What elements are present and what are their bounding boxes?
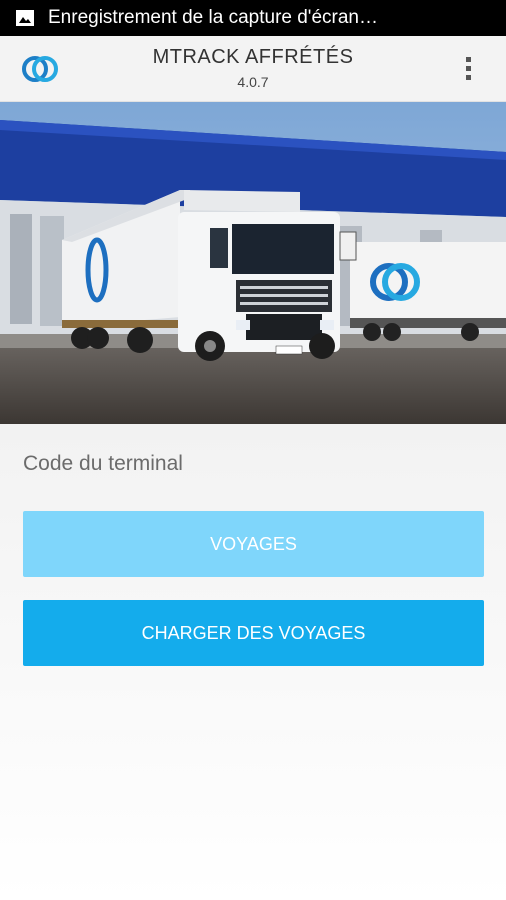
hero-carousel[interactable] <box>0 102 506 424</box>
truck-photo <box>0 102 506 424</box>
app-version: 4.0.7 <box>237 74 269 90</box>
main-content: Code du terminal VOYAGES CHARGER DES VOY… <box>0 424 506 900</box>
voyages-button[interactable]: VOYAGES <box>23 511 484 577</box>
notification-text: Enregistrement de la capture d'écran… <box>48 7 378 28</box>
app-bar: MTRACK AFFRÉTÉS 4.0.7 <box>0 36 506 102</box>
image-icon <box>16 10 34 26</box>
status-bar: Enregistrement de la capture d'écran… <box>0 0 506 36</box>
terminal-code-field[interactable]: Code du terminal <box>23 452 183 476</box>
charger-voyages-button[interactable]: CHARGER DES VOYAGES <box>23 600 484 666</box>
app-title: MTRACK AFFRÉTÉS <box>152 46 354 68</box>
more-vert-icon[interactable] <box>458 54 478 86</box>
